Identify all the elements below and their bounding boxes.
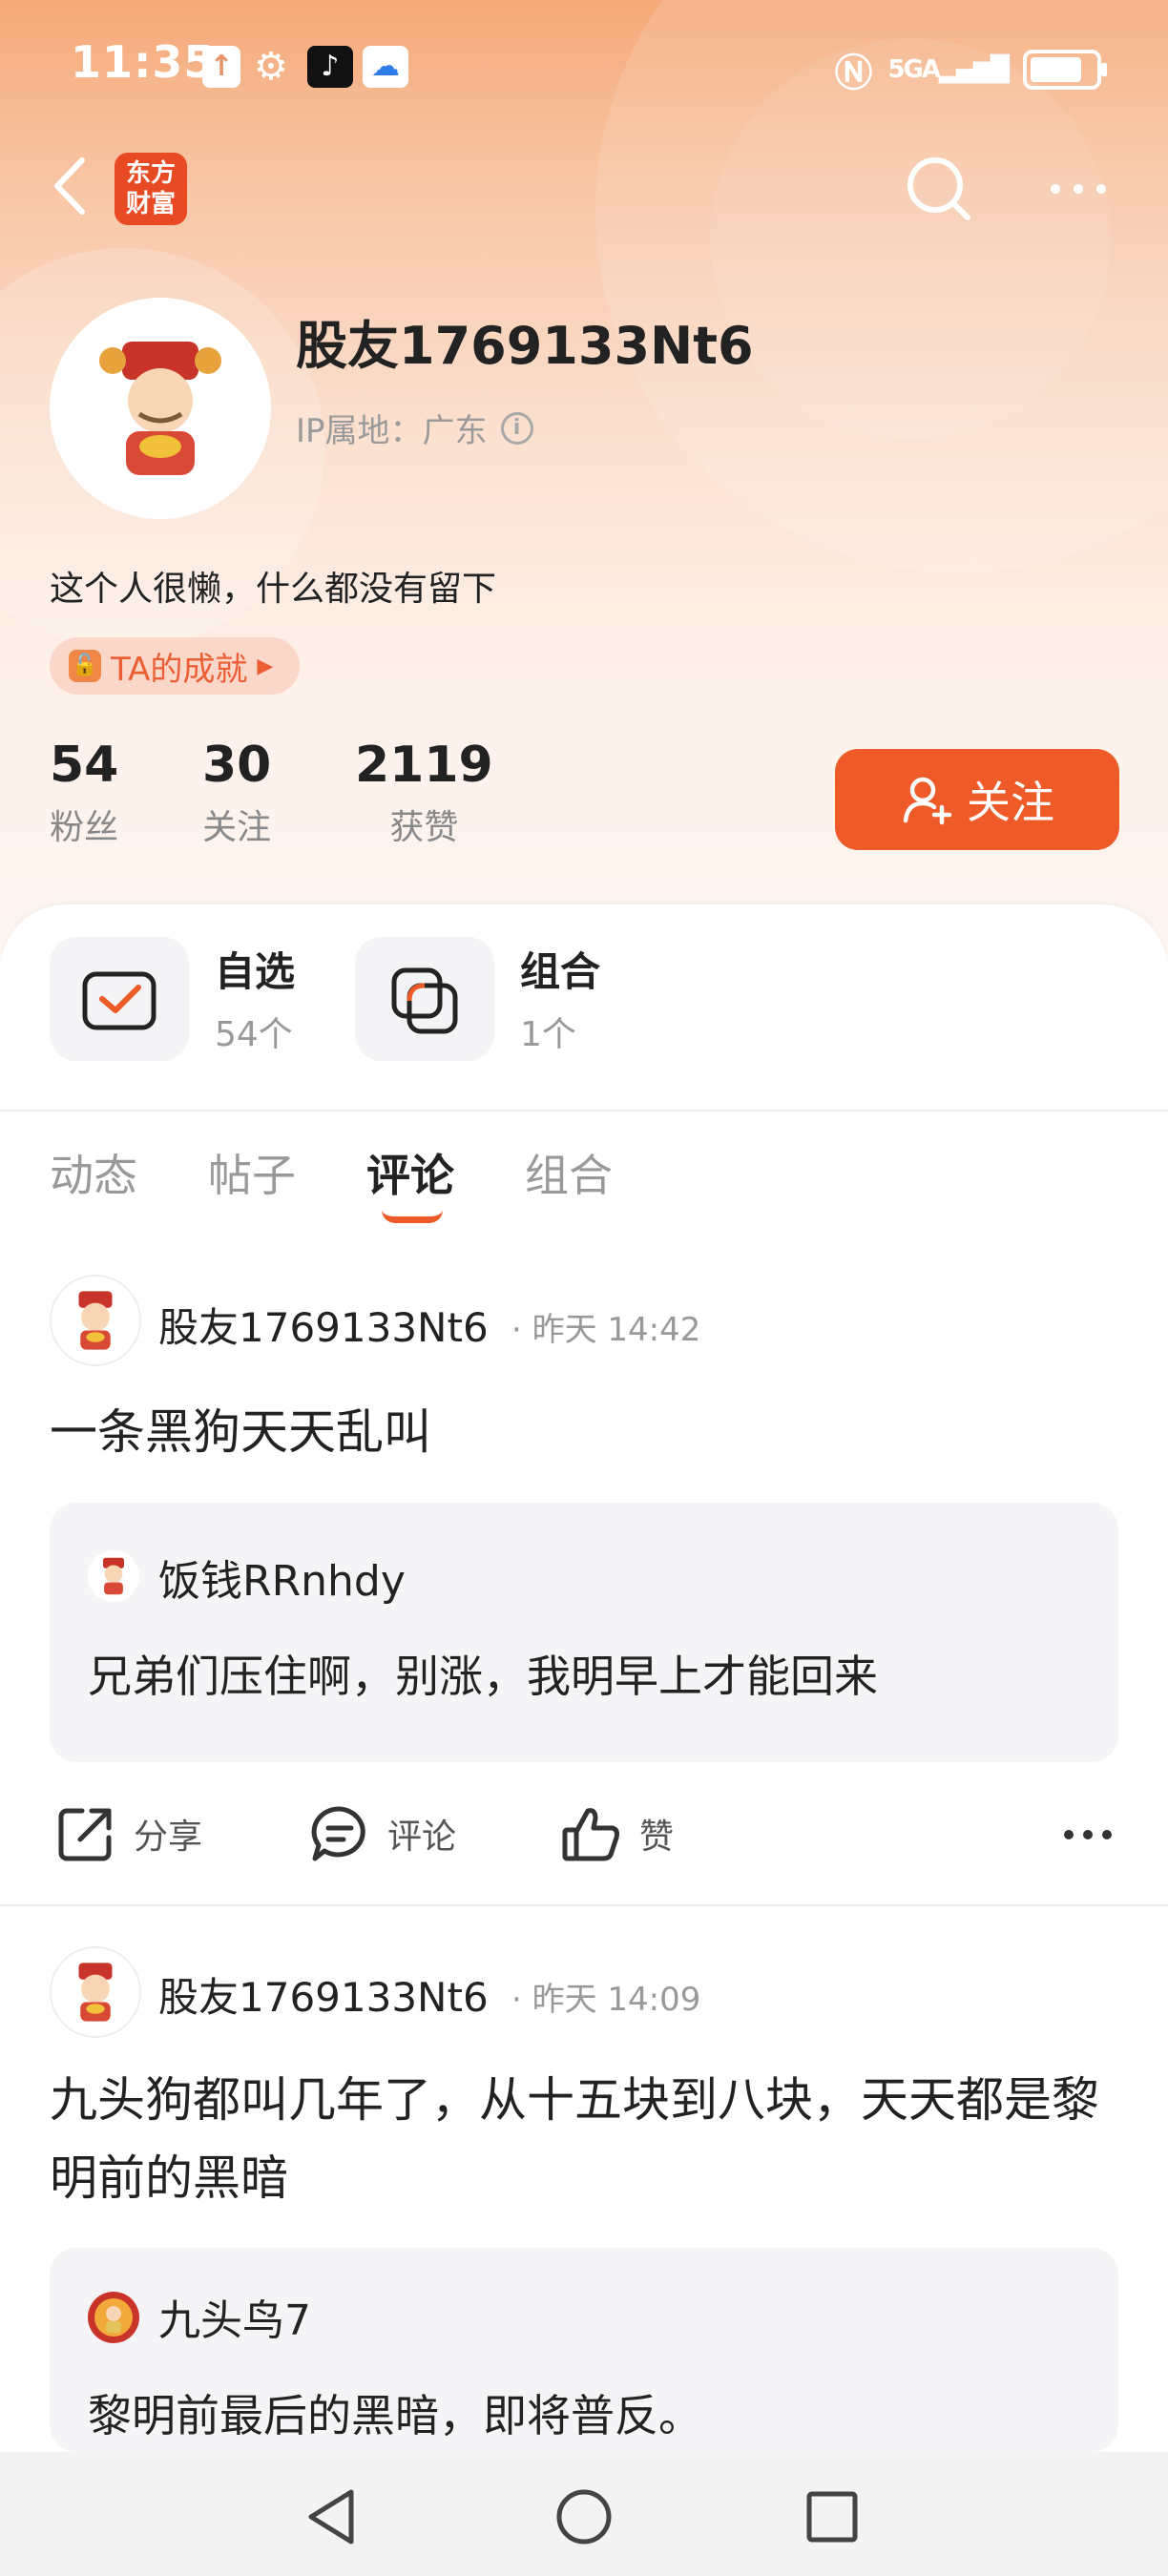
ip-location: IP属地：广东 i (296, 405, 533, 451)
post-text[interactable]: 一条黑狗天天乱叫 (50, 1393, 1118, 1471)
fortune-god-avatar-icon (99, 342, 221, 475)
stat-fans[interactable]: 54 粉丝 (50, 737, 118, 849)
tiktok-icon: ♪ (307, 46, 353, 88)
username: 股友1769133Nt6 (296, 316, 754, 376)
nfc-icon: Ⓝ (834, 52, 873, 95)
post-time: · 昨天 14:42 (511, 1311, 701, 1349)
stat-label: 粉丝 (50, 808, 119, 847)
nav-back-button[interactable] (296, 2479, 372, 2555)
post-author-avatar[interactable] (50, 1275, 141, 1366)
info-icon[interactable]: i (500, 411, 533, 445)
ip-location-text: IP属地：广东 (296, 412, 488, 450)
square-recents-icon (806, 2491, 858, 2543)
active-tab-indicator (382, 1210, 443, 1223)
battery-icon (1023, 50, 1107, 90)
share-icon (58, 1808, 112, 1861)
lock-icon: 🔓 (69, 650, 101, 682)
quoted-author-avatar (88, 2292, 139, 2343)
chevron-left-icon (54, 157, 85, 215)
status-right-group: Ⓝ 5GA▂▄▆█ (834, 42, 1107, 97)
add-user-icon (903, 777, 952, 825)
search-icon (907, 157, 970, 220)
follow-label: 关注 (967, 777, 1054, 828)
stat-label: 获赞 (389, 808, 459, 847)
thumbs-up-icon (562, 1808, 619, 1861)
quoted-author-name: 九头鸟7 (158, 2296, 311, 2345)
watchlist-title: 自选 (215, 948, 296, 995)
logo-line1: 东方 (125, 159, 176, 188)
quoted-author-avatar (88, 1550, 139, 1602)
more-dots-icon (1051, 184, 1106, 194)
portfolio-title: 组合 (520, 948, 601, 995)
back-button[interactable] (46, 153, 103, 219)
stat-following[interactable]: 30 关注 (202, 737, 271, 849)
comment-button[interactable]: 评论 (309, 1803, 456, 1864)
quoted-text: 黎明前最后的黑暗，即将普反。 (88, 2390, 702, 2441)
nav-home-button[interactable] (546, 2479, 622, 2555)
stat-likes[interactable]: 2119 获赞 (355, 737, 493, 849)
portfolio-layers-icon (391, 967, 458, 1034)
stat-label: 关注 (202, 808, 272, 847)
post-more-button[interactable] (1059, 1820, 1116, 1849)
watchlist-count: 54个 (215, 1015, 293, 1054)
signal-icon: 5GA▂▄▆█ (887, 55, 1010, 84)
post-author-name[interactable]: 股友1769133Nt6 (158, 1296, 489, 1354)
watchlist-shortcut[interactable] (50, 937, 189, 1061)
tab-posts[interactable]: 帖子 (208, 1141, 296, 1204)
buddha-avatar-icon (94, 2298, 133, 2337)
achievement-label: TA的成就 (111, 650, 248, 689)
eastmoney-logo[interactable]: 东方 财富 (115, 153, 187, 225)
user-bio: 这个人很懒，什么都没有留下 (50, 570, 497, 609)
battery-fill (1031, 57, 1081, 82)
achievement-button[interactable]: 🔓 TA的成就 ▶ (50, 637, 301, 695)
more-dots-icon (1064, 1830, 1112, 1839)
settings-gear-icon: ⚙ (254, 45, 288, 89)
quoted-text: 兄弟们压住啊，别涨，我明早上才能回来 (88, 1651, 878, 1702)
caret-right-icon: ▶ (257, 654, 274, 678)
tab-portfolio[interactable]: 组合 (525, 1141, 613, 1204)
search-button[interactable] (901, 151, 977, 227)
post-time: · 昨天 14:09 (511, 1981, 701, 2019)
stat-value: 30 (202, 737, 272, 794)
like-button[interactable]: 赞 (561, 1803, 674, 1864)
upload-icon: ↑ (202, 46, 240, 88)
stat-value: 54 (50, 737, 119, 794)
user-avatar[interactable] (50, 298, 271, 519)
nav-recents-button[interactable] (794, 2479, 870, 2555)
share-label: 分享 (134, 1818, 203, 1857)
divider (0, 1110, 1168, 1111)
quoted-author-name: 饭钱RRnhdy (158, 1557, 406, 1606)
system-navigation-bar (0, 2452, 1168, 2576)
stat-value: 2119 (355, 737, 493, 794)
portfolio-shortcut[interactable] (355, 937, 494, 1061)
tab-comments[interactable]: 评论 (366, 1141, 454, 1204)
triangle-back-icon (308, 2489, 354, 2545)
post-text[interactable]: 九头狗都叫几年了，从十五块到八块，天天都是黎明前的黑暗 (50, 2061, 1118, 2217)
logo-line2: 财富 (125, 190, 176, 218)
post-author-avatar[interactable] (50, 1946, 141, 2038)
comment-label: 评论 (387, 1818, 457, 1857)
post-author-name[interactable]: 股友1769133Nt6 (158, 1965, 489, 2024)
quoted-comment[interactable]: 饭钱RRnhdy 兄弟们压住啊，别涨，我明早上才能回来 (50, 1503, 1118, 1762)
like-label: 赞 (639, 1818, 675, 1857)
comment-bubble-icon (311, 1806, 365, 1861)
divider (0, 1904, 1168, 1906)
share-button[interactable]: 分享 (55, 1803, 202, 1864)
network-type: 5GA (887, 55, 941, 84)
checkbox-checked-icon (82, 971, 156, 1030)
cloud-icon: ☁ (363, 46, 408, 88)
fortune-god-avatar-icon (78, 1291, 113, 1350)
status-time: 11:35 (71, 36, 216, 88)
tab-activity[interactable]: 动态 (50, 1141, 137, 1204)
quoted-comment[interactable]: 九头鸟7 黎明前最后的黑暗，即将普反。 (50, 2248, 1118, 2452)
fortune-god-avatar-icon (78, 1963, 113, 2022)
portfolio-count: 1个 (520, 1015, 576, 1054)
circle-home-icon (556, 2489, 612, 2545)
fortune-god-avatar-icon (103, 1557, 124, 1595)
status-bar: 11:35 ↑ ⚙ ♪ ☁ Ⓝ 5GA▂▄▆█ (0, 0, 1168, 134)
more-options-button[interactable] (1042, 162, 1115, 216)
follow-button[interactable]: 关注 (835, 749, 1119, 850)
